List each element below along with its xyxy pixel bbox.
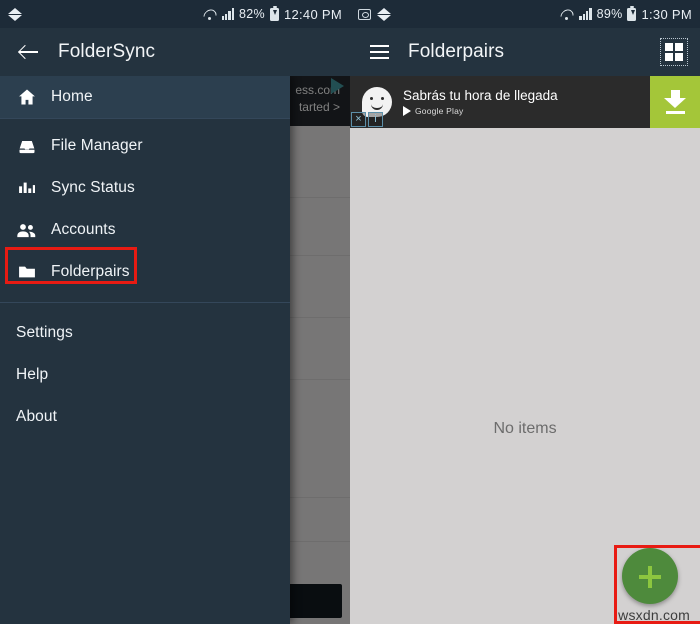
screenshot-root: ess.com tarted > ants Hom [0, 0, 700, 624]
drawer-item-label: Accounts [51, 221, 116, 238]
drawer-divider [0, 302, 290, 303]
right-app-bar: Folderpairs [350, 28, 700, 76]
drawer-item-label: Home [51, 88, 93, 105]
drawer-item-label: Settings [16, 324, 73, 341]
left-phone-screen: ess.com tarted > ants Hom [0, 0, 350, 624]
drawer-item-about[interactable]: About [0, 396, 290, 438]
add-folderpair-fab[interactable] [622, 548, 678, 604]
drawer-item-settings[interactable]: Settings [0, 312, 290, 354]
dropbox-icon [377, 7, 392, 21]
advertisement-store: Google Play [403, 106, 650, 116]
right-app-title: Folderpairs [408, 41, 505, 62]
right-status-bar: 89% 1:30 PM [350, 0, 700, 28]
wifi-icon [203, 8, 217, 20]
signal-icon [579, 8, 592, 20]
accounts-icon [16, 220, 37, 241]
close-icon[interactable]: × [351, 112, 366, 127]
dropbox-icon [8, 7, 23, 21]
screenshot-icon [358, 8, 371, 20]
drawer-item-label: Help [16, 366, 49, 383]
left-status-icons [8, 7, 23, 21]
bar-chart-icon [16, 178, 37, 199]
advertisement-banner[interactable]: Sabrás tu hora de llegada Google Play × … [350, 76, 700, 128]
drawer-item-file-manager[interactable]: File Manager [0, 125, 290, 167]
drawer-item-label: File Manager [51, 137, 143, 154]
drawer-item-label: Sync Status [51, 179, 135, 196]
right-status-right: 89% 1:30 PM [560, 5, 692, 22]
drawer-divider [0, 118, 290, 119]
clock-label: 12:40 PM [283, 6, 342, 22]
advertisement-text: Sabrás tu hora de llegada Google Play [403, 88, 650, 116]
advertisement-title: Sabrás tu hora de llegada [403, 88, 558, 103]
left-app-bar: FolderSync [0, 28, 350, 76]
folder-icon [16, 262, 37, 283]
plus-icon-vertical [648, 565, 652, 588]
advertisement-controls: × i [351, 112, 383, 127]
home-icon [16, 87, 37, 108]
signal-icon [221, 8, 235, 20]
drawer-item-home[interactable]: Home [0, 76, 290, 118]
download-icon [664, 90, 686, 114]
watermark-label: wsxdn.com [618, 607, 690, 623]
left-app-title: FolderSync [58, 41, 156, 62]
info-icon[interactable]: i [368, 112, 383, 127]
wifi-icon [560, 8, 574, 20]
ad-triangle-icon [331, 78, 344, 94]
drawer-item-label: Folderpairs [51, 263, 130, 280]
advertisement-store-label: Google Play [415, 106, 464, 116]
file-manager-icon [16, 136, 37, 157]
advertisement-install-button[interactable] [650, 76, 700, 128]
hamburger-icon [369, 45, 389, 59]
drawer-item-help[interactable]: Help [0, 354, 290, 396]
drawer-item-label: About [16, 408, 58, 425]
back-button[interactable] [12, 35, 46, 69]
play-triangle-icon [403, 106, 411, 116]
drawer-menu-button[interactable] [362, 35, 396, 69]
right-status-icons [358, 7, 392, 21]
battery-percent-label: 82% [239, 7, 265, 21]
folderpairs-list-area: No items [350, 128, 700, 624]
drawer-item-accounts[interactable]: Accounts [0, 209, 290, 251]
left-status-right: 82% 12:40 PM [203, 5, 342, 22]
drawer-spacer [0, 293, 290, 302]
drawer-item-sync-status[interactable]: Sync Status [0, 167, 290, 209]
back-arrow-icon [19, 42, 39, 62]
navigation-drawer: Home File Manager Sync Status Accounts F… [0, 76, 290, 624]
grid-view-icon[interactable] [660, 38, 688, 66]
left-status-bar: 82% 12:40 PM [0, 0, 350, 28]
right-phone-screen: No items Sabrás tu hora de llegada Googl… [350, 0, 700, 624]
drawer-item-folderpairs[interactable]: Folderpairs [0, 251, 290, 293]
clock-label: 1:30 PM [641, 6, 692, 22]
battery-icon [627, 5, 637, 21]
empty-state-label: No items [493, 420, 557, 437]
battery-icon [269, 5, 279, 21]
battery-percent-label: 89% [596, 7, 623, 21]
